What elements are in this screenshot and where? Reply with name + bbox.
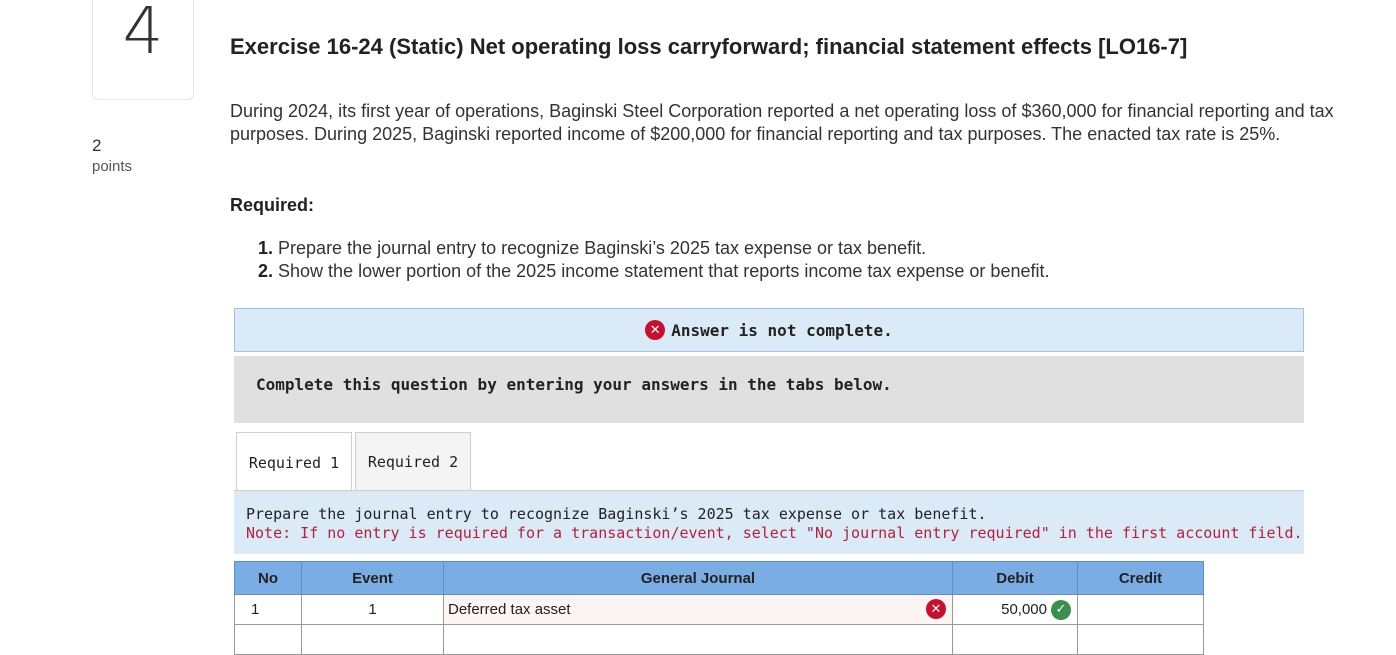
header-general-journal: General Journal [443, 561, 953, 595]
question-number: 4 [122, 0, 164, 69]
requirement-item: 1. Prepare the journal entry to recogniz… [258, 237, 1049, 260]
table-row [234, 624, 1204, 655]
row-event-cell: 1 [301, 594, 444, 625]
tab-required-2[interactable]: Required 2 [355, 432, 471, 491]
x-circle-icon: ✕ [645, 320, 666, 340]
exercise-intro: During 2024, its first year of operation… [230, 101, 1334, 144]
requirement-text: Prepare the journal entry to recognize B… [278, 238, 927, 258]
header-event: Event [301, 561, 444, 595]
requirement-text: Show the lower portion of the 2025 incom… [278, 261, 1050, 281]
points-value: 2 [92, 136, 102, 155]
requirement-number: 1. [258, 238, 274, 258]
row-event-cell [301, 624, 444, 655]
tab-instruction-note: Note: If no entry is required for a tran… [246, 524, 1303, 542]
exercise-title: Exercise 16-24 (Static) Net operating lo… [230, 34, 1188, 59]
requirement-number: 2. [258, 261, 274, 281]
tab-instructions: Prepare the journal entry to recognize B… [234, 491, 1304, 554]
account-select[interactable] [443, 624, 953, 655]
account-select[interactable]: Deferred tax asset ✕ [443, 594, 953, 625]
table-row: 1 1 Deferred tax asset ✕ 50,000 ✓ [234, 594, 1204, 625]
answer-status-banner: ✕ Answer is not complete. [234, 308, 1304, 352]
instruction-text: Complete this question by entering your … [256, 375, 892, 394]
header-no: No [234, 561, 302, 595]
row-no-cell: 1 [234, 594, 302, 625]
answer-status-text: Answer is not complete. [671, 320, 893, 340]
credit-input[interactable] [1077, 594, 1204, 625]
row-no-cell [234, 624, 302, 655]
tab-instruction-main: Prepare the journal entry to recognize B… [246, 505, 987, 523]
debit-input[interactable] [952, 624, 1078, 655]
journal-table: No Event General Journal Debit Credit 1 … [234, 561, 1204, 655]
debit-input[interactable]: 50,000 ✓ [952, 594, 1078, 625]
incorrect-icon: ✕ [926, 599, 946, 619]
header-credit: Credit [1077, 561, 1204, 595]
required-label: Required: [230, 195, 315, 215]
header-debit: Debit [952, 561, 1078, 595]
tab-required-1[interactable]: Required 1 [236, 432, 352, 492]
tab-label: Required 1 [248, 453, 340, 472]
requirement-item: 2. Show the lower portion of the 2025 in… [258, 260, 1049, 283]
account-value: Deferred tax asset [448, 601, 571, 618]
debit-value: 50,000 [1001, 600, 1047, 618]
tab-label: Required 2 [367, 453, 459, 471]
check-icon: ✓ [1051, 599, 1071, 620]
instruction-panel: Complete this question by entering your … [234, 356, 1304, 423]
requirements-list: 1. Prepare the journal entry to recogniz… [258, 237, 1049, 283]
credit-input[interactable] [1077, 624, 1204, 655]
journal-header-row: No Event General Journal Debit Credit [234, 561, 1204, 595]
question-number-box: 4 [92, 0, 194, 100]
points-label: points [92, 158, 133, 175]
